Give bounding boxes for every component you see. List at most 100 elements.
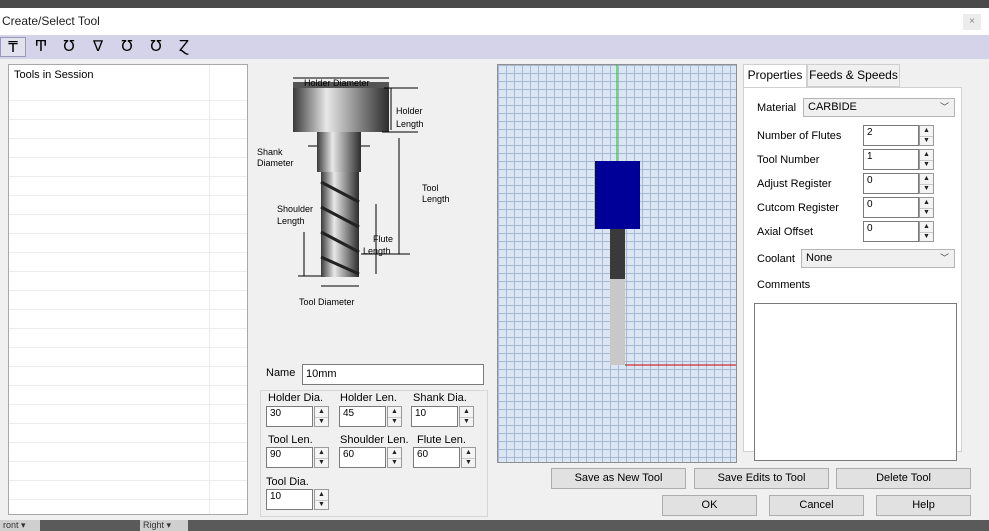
coolant-label: Coolant <box>757 253 795 265</box>
spin-down-icon[interactable]: ▼ <box>388 417 401 427</box>
list-row-line <box>9 309 247 310</box>
list-row-line <box>9 499 247 500</box>
tool-preview-render <box>595 65 736 366</box>
holder-length-label-1: Holder <box>396 106 423 116</box>
shoulder-length-label-1: Shoulder <box>277 204 314 214</box>
engraving-tool-icon: Ʊ <box>121 37 133 55</box>
spin-down-icon[interactable]: ▼ <box>315 500 328 510</box>
list-row-line <box>9 328 247 329</box>
ball-nose-tool-button[interactable]: Ʊ <box>56 37 82 57</box>
holder-dia-field[interactable]: 30 <box>266 406 313 427</box>
delete-tool-button[interactable]: Delete Tool <box>836 468 971 489</box>
adjust-register-field[interactable]: 0 <box>863 173 919 194</box>
drill-tool-icon: Ɀ <box>178 37 190 55</box>
flute-length-label-2: Length <box>363 246 391 256</box>
chamfer-tool-button[interactable]: ∇ <box>85 37 111 57</box>
shank-dia-field[interactable]: 10 <box>411 406 458 427</box>
list-row-line <box>9 138 247 139</box>
shoulder-len-spinner[interactable]: ▲ ▼ <box>387 447 402 468</box>
adjust-register-spinner[interactable]: ▲ ▼ <box>919 173 934 194</box>
save-edits-to-tool-button[interactable]: Save Edits to Tool <box>694 468 829 489</box>
spin-down-icon[interactable]: ▼ <box>920 232 933 242</box>
tool-number-field[interactable]: 1 <box>863 149 919 170</box>
spin-down-icon[interactable]: ▼ <box>920 160 933 170</box>
end-mill-tool-button[interactable]: ₸ <box>0 37 26 57</box>
shoulder-len-field[interactable]: 60 <box>339 447 386 468</box>
coolant-select[interactable]: None ﹀ <box>801 249 955 268</box>
coolant-value: None <box>806 252 833 264</box>
chevron-down-icon: ﹀ <box>939 253 949 263</box>
tapered-tool-button[interactable]: Ʊ <box>143 37 169 57</box>
tab-properties[interactable]: Properties <box>743 64 807 88</box>
help-button[interactable]: Help <box>876 495 971 516</box>
spin-down-icon[interactable]: ▼ <box>388 458 401 468</box>
holder-len-field[interactable]: 45 <box>339 406 386 427</box>
tool-len-spinner[interactable]: ▲ ▼ <box>314 447 329 468</box>
holder-diameter-label: Holder Diameter <box>304 78 370 88</box>
tools-in-session-list[interactable]: Tools in Session <box>8 64 248 515</box>
chevron-down-icon: ﹀ <box>939 102 949 112</box>
material-label: Material <box>757 102 797 114</box>
chamfer-tool-icon: ∇ <box>92 37 104 55</box>
holder-shape <box>293 86 389 132</box>
preview-shank <box>610 229 625 279</box>
tool-number-label: Tool Number <box>757 154 820 166</box>
list-row-line <box>9 347 247 348</box>
ok-button[interactable]: OK <box>662 495 757 516</box>
bull-nose-tool-button[interactable]: Ͳ <box>28 37 54 57</box>
cancel-button[interactable]: Cancel <box>769 495 864 516</box>
shank-dia-spinner[interactable]: ▲ ▼ <box>459 406 474 427</box>
spin-down-icon[interactable]: ▼ <box>315 417 328 427</box>
tab-feeds-speeds[interactable]: Feeds & Speeds <box>807 64 900 87</box>
flutes-field[interactable]: 2 <box>863 125 919 146</box>
holder-len-spinner[interactable]: ▲ ▼ <box>387 406 402 427</box>
flute-len-label: Flute Len. <box>417 434 466 446</box>
list-row-line <box>9 195 247 196</box>
axial-offset-field[interactable]: 0 <box>863 221 919 242</box>
cutcom-register-field[interactable]: 0 <box>863 197 919 218</box>
comments-textarea[interactable] <box>754 303 957 461</box>
end-mill-illustration <box>293 77 418 287</box>
drill-tool-button[interactable]: Ɀ <box>171 37 197 57</box>
spin-down-icon[interactable]: ▼ <box>462 458 475 468</box>
list-row-line <box>9 233 247 234</box>
flute-length-label-1: Flute <box>373 234 394 244</box>
tool-preview-viewport[interactable] <box>497 64 737 463</box>
save-as-new-tool-button[interactable]: Save as New Tool <box>551 468 686 489</box>
spin-down-icon[interactable]: ▼ <box>920 208 933 218</box>
list-row-line <box>9 385 247 386</box>
tool-dia-spinner[interactable]: ▲ ▼ <box>314 489 329 510</box>
tool-dia-field[interactable]: 10 <box>266 489 313 510</box>
spin-down-icon[interactable]: ▼ <box>460 417 473 427</box>
close-button[interactable]: × <box>963 14 981 30</box>
list-row-line <box>9 404 247 405</box>
shank-dia-label: Shank Dia. <box>413 392 467 404</box>
spin-down-icon[interactable]: ▼ <box>920 184 933 194</box>
spin-down-icon[interactable]: ▼ <box>315 458 328 468</box>
cutcom-register-spinner[interactable]: ▲ ▼ <box>919 197 934 218</box>
tool-dia-label: Tool Dia. <box>266 476 309 488</box>
material-value: CARBIDE <box>808 101 857 113</box>
tool-type-toolbar: ₸ Ͳ Ʊ ∇ Ʊ Ʊ Ɀ <box>0 35 989 59</box>
flute-len-field[interactable]: 60 <box>413 447 460 468</box>
holder-dia-spinner[interactable]: ▲ ▼ <box>314 406 329 427</box>
flute-len-spinner[interactable]: ▲ ▼ <box>461 447 476 468</box>
preview-flute <box>610 279 625 365</box>
comments-label: Comments <box>757 279 811 291</box>
axial-offset-spinner[interactable]: ▲ ▼ <box>919 221 934 242</box>
tools-in-session-header: Tools in Session <box>14 69 94 81</box>
flutes-spinner[interactable]: ▲ ▼ <box>919 125 934 146</box>
engraving-tool-button[interactable]: Ʊ <box>114 37 140 57</box>
tool-dimension-diagram: Holder Diameter Holder Length Shank Diam… <box>250 64 490 314</box>
list-row-line <box>9 100 247 101</box>
tool-len-field[interactable]: 90 <box>266 447 313 468</box>
tool-number-spinner[interactable]: ▲ ▼ <box>919 149 934 170</box>
spin-down-icon[interactable]: ▼ <box>920 136 933 146</box>
list-row-line <box>9 461 247 462</box>
list-row-line <box>9 442 247 443</box>
name-field[interactable]: 10mm <box>302 364 484 385</box>
material-select[interactable]: CARBIDE ﹀ <box>803 98 955 117</box>
title-bar: Create/Select Tool × <box>0 8 989 35</box>
preview-holder <box>595 161 640 229</box>
flutes-label: Number of Flutes <box>757 130 842 142</box>
